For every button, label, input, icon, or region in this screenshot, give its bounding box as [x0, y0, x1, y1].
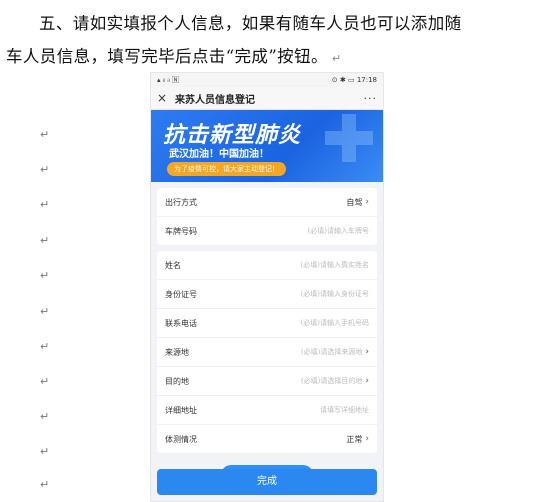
paragraph-mark-icon: ↵ — [40, 375, 50, 388]
instruction-line-2: 车人员信息，填写完毕后点击“完成”按钮。 ↵ — [6, 43, 540, 67]
phone-screenshot: ▴ ᵢₗ ᵢₗ 🄽 ⊙ ✱ ▭ 17:18 × 来苏人员信息登记 ··· 抗击新… — [150, 72, 384, 502]
phone-input[interactable]: (必填)请输入手机号码 — [301, 318, 369, 328]
banner-pill: 为了疫情可控，请大家主动登记！ — [167, 162, 286, 176]
address-input[interactable]: 请填写详细地址 — [320, 405, 369, 415]
origin-value: (必填)请选择来源地 — [300, 348, 363, 356]
travel-mode-value: 自驾 — [346, 197, 363, 207]
instruction-line-1: 五、请如实填报个人信息，如果有随车人员也可以添加随 — [6, 10, 540, 34]
chevron-right-icon: › — [365, 347, 369, 357]
more-icon[interactable]: ··· — [364, 92, 378, 105]
health-check-value: 正常 — [346, 434, 363, 444]
cross-icon — [325, 114, 373, 162]
title-bar: × 来苏人员信息登记 ··· — [151, 87, 383, 110]
health-check-row[interactable]: 体测情况 正常 › — [157, 425, 377, 453]
status-right: ⊙ ✱ ▭ 17:18 — [331, 76, 377, 84]
paragraph-mark-icon: ↵ — [40, 478, 50, 491]
banner: 抗击新型肺炎 武汉加油！中国加油！ 为了疫情可控，请大家主动登记！ — [151, 110, 383, 182]
row-label: 来源地 — [165, 347, 189, 357]
row-label: 姓名 — [165, 260, 181, 270]
id-number-input[interactable]: (必填)请输入身份证号 — [301, 289, 369, 299]
row-label: 详细地址 — [165, 405, 197, 415]
chevron-right-icon: › — [365, 197, 369, 207]
travel-card: 出行方式 自驾 › 车牌号码 (必填)请输入车牌号 — [157, 188, 377, 245]
paragraph-mark-icon: ↵ — [40, 128, 50, 141]
chevron-right-icon: › — [365, 434, 369, 444]
row-label: 出行方式 — [165, 197, 197, 207]
row-label: 目的地 — [165, 376, 189, 386]
phone-row[interactable]: 联系电话 (必填)请输入手机号码 — [157, 309, 377, 338]
plate-number-input[interactable]: (必填)请输入车牌号 — [308, 226, 369, 236]
page-title: 来苏人员信息登记 — [175, 94, 255, 106]
origin-select[interactable]: (必填)请选择来源地 › — [301, 347, 369, 357]
paragraph-mark-icon: ↵ — [40, 269, 50, 282]
personal-info-card: 姓名 (必填)请输入真实姓名 身份证号 (必填)请输入身份证号 联系电话 (必填… — [157, 251, 377, 453]
row-label: 体测情况 — [165, 434, 197, 444]
done-button[interactable]: 完成 — [157, 469, 377, 495]
destination-row[interactable]: 目的地 (必填)请选择目的地 › — [157, 367, 377, 396]
paragraph-mark-icon: ↵ — [40, 234, 50, 247]
row-label: 车牌号码 — [165, 226, 197, 236]
row-label: 身份证号 — [165, 289, 197, 299]
health-check-select[interactable]: 正常 › — [346, 434, 369, 445]
paragraph-mark-icon: ↵ — [331, 52, 342, 65]
instruction-text-2: 车人员信息，填写完毕后点击“完成”按钮。 — [6, 47, 328, 66]
row-value: 自驾 › — [346, 197, 369, 208]
paragraph-mark-icon: ↵ — [40, 340, 50, 353]
paragraph-mark-icon: ↵ — [40, 198, 50, 211]
paragraph-mark-icon: ↵ — [40, 445, 50, 458]
destination-value: (必填)请选择目的地 — [300, 377, 363, 385]
close-icon[interactable]: × — [157, 91, 171, 105]
name-input[interactable]: (必填)请输入真实姓名 — [301, 260, 369, 270]
status-bar: ▴ ᵢₗ ᵢₗ 🄽 ⊙ ✱ ▭ 17:18 — [151, 73, 383, 87]
paragraph-mark-icon: ↵ — [40, 305, 50, 318]
status-left: ▴ ᵢₗ ᵢₗ 🄽 — [157, 76, 180, 84]
chevron-right-icon: › — [365, 376, 369, 386]
banner-subtitle: 武汉加油！中国加油！ — [169, 149, 269, 160]
travel-mode-row[interactable]: 出行方式 自驾 › — [157, 188, 377, 217]
paragraph-mark-icon: ↵ — [40, 410, 50, 423]
row-label: 联系电话 — [165, 318, 197, 328]
id-number-row[interactable]: 身份证号 (必填)请输入身份证号 — [157, 280, 377, 309]
plate-number-row[interactable]: 车牌号码 (必填)请输入车牌号 — [157, 217, 377, 245]
origin-row[interactable]: 来源地 (必填)请选择来源地 › — [157, 338, 377, 367]
paragraph-mark-icon: ↵ — [40, 163, 50, 176]
address-row[interactable]: 详细地址 请填写详细地址 — [157, 396, 377, 425]
destination-select[interactable]: (必填)请选择目的地 › — [301, 376, 369, 386]
instruction-text-1: 五、请如实填报个人信息，如果有随车人员也可以添加随 — [39, 14, 462, 33]
name-row[interactable]: 姓名 (必填)请输入真实姓名 — [157, 251, 377, 280]
